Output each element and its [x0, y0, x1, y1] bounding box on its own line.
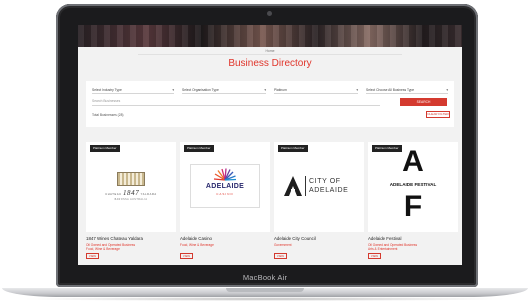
- member-badge: Platinum Member: [278, 145, 308, 152]
- member-badge: Platinum Member: [184, 145, 214, 152]
- clear-filter-button[interactable]: CLEAR FILTER: [426, 111, 450, 118]
- member-badge: Platinum Member: [90, 145, 120, 152]
- view-button[interactable]: VIEW: [180, 253, 193, 259]
- city-a-icon: [284, 176, 302, 196]
- logo-text: CASINO: [216, 192, 234, 196]
- logo-text: ADELAIDE: [309, 187, 349, 194]
- browser-screen: Home Business Directory Select Industry …: [78, 25, 462, 265]
- logo-text: CHATEAU: [105, 193, 122, 196]
- search-input[interactable]: Search Businesses: [92, 99, 380, 106]
- laptop-stage: Home Business Directory Select Industry …: [0, 0, 530, 306]
- business-category: Arts & Entertainment: [368, 247, 398, 251]
- membership-select[interactable]: Platinum ▾: [274, 88, 358, 94]
- camera-icon: [267, 11, 272, 16]
- view-button[interactable]: VIEW: [274, 253, 287, 259]
- laptop-shadow: [20, 297, 510, 301]
- logo-text: 1847: [122, 189, 140, 197]
- laptop-notch: [226, 288, 304, 292]
- hero-banner-image: [78, 25, 462, 47]
- business-card[interactable]: Platinum Member CITY OF ADELAIDE Adelaid…: [274, 142, 364, 262]
- business-type-value: Select Choose All Business Type: [366, 88, 415, 92]
- business-logo[interactable]: Platinum Member ADELAIDE CASINO: [180, 142, 270, 232]
- business-logo[interactable]: Platinum Member CITY OF ADELAIDE: [274, 142, 364, 232]
- view-button[interactable]: VIEW: [86, 253, 99, 259]
- chevron-down-icon: ▾: [356, 88, 358, 92]
- business-category: Government: [274, 243, 292, 247]
- organisation-type-value: Select Organisation Type: [182, 88, 219, 92]
- business-card[interactable]: Platinum Member ADELAIDE CASINO Adelaide…: [180, 142, 270, 262]
- view-button[interactable]: VIEW: [368, 253, 381, 259]
- business-category: Food, Wine & Beverage: [180, 243, 214, 247]
- chevron-down-icon: ▾: [446, 88, 448, 92]
- breadcrumb-divider: [138, 54, 402, 55]
- device-brand-label: MacBook Air: [242, 273, 288, 282]
- chevron-down-icon: ▾: [264, 88, 266, 92]
- filter-panel: Select Industry Type ▾ Select Organisati…: [86, 81, 454, 127]
- logo-text: A: [402, 145, 424, 178]
- business-name[interactable]: Adelaide Festival: [368, 236, 401, 241]
- industry-type-select[interactable]: Select Industry Type ▾: [92, 88, 174, 94]
- business-logo[interactable]: Platinum Member CHATEAU 1847 YALDARA BAR…: [86, 142, 176, 232]
- logo-text: ADELAIDE: [205, 183, 245, 190]
- organisation-type-select[interactable]: Select Organisation Type ▾: [182, 88, 266, 94]
- logo-text: BAROSSA AUSTRALIA: [114, 199, 148, 201]
- membership-value: Platinum: [274, 88, 287, 92]
- sunburst-icon: [213, 168, 237, 181]
- logo-text: F: [403, 190, 423, 223]
- business-name[interactable]: Adelaide Casino: [180, 236, 212, 241]
- business-type-select[interactable]: Select Choose All Business Type ▾: [366, 88, 448, 94]
- industry-type-value: Select Industry Type: [92, 88, 122, 92]
- logo-text: YALDARA: [140, 193, 157, 196]
- search-button[interactable]: SEARCH: [400, 98, 447, 106]
- logo-divider: [305, 176, 306, 196]
- page-title: Business Directory: [228, 58, 312, 69]
- business-logo[interactable]: Platinum Member A ADELAIDE FESTIVAL F: [368, 142, 458, 232]
- business-category: Food, Wine & Beverage: [86, 247, 120, 251]
- logo-text: ADELAIDE FESTIVAL: [389, 182, 437, 187]
- business-name[interactable]: Adelaide City Council: [274, 236, 316, 241]
- logo-text: CITY OF: [309, 178, 341, 185]
- results-count: Total Businesses (28): [92, 113, 124, 117]
- breadcrumb[interactable]: Home: [78, 49, 462, 53]
- business-card[interactable]: Platinum Member CHATEAU 1847 YALDARA BAR…: [86, 142, 176, 262]
- chevron-down-icon: ▾: [172, 88, 174, 92]
- business-card[interactable]: Platinum Member A ADELAIDE FESTIVAL F Ad…: [368, 142, 458, 262]
- chateau-building-icon: [117, 172, 145, 186]
- business-name[interactable]: 1847 Wines Chateau Yaldara: [86, 236, 143, 241]
